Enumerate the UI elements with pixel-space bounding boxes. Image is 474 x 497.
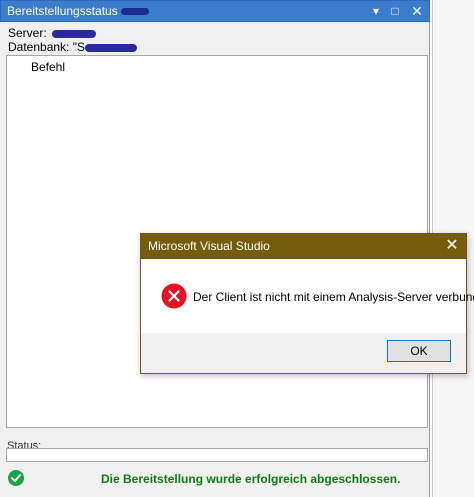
dialog-titlebar[interactable]: Microsoft Visual Studio ✕ [141,234,466,259]
maximize-button[interactable]: □ [387,3,403,19]
result-row: Die Bereitstellung wurde erfolgreich abg… [8,468,428,490]
result-message: Die Bereitstellung wurde erfolgreich abg… [101,472,401,486]
error-icon [161,283,187,309]
dialog-footer: OK [141,333,466,373]
server-label: Server: [8,26,47,40]
database-value-prefix: "S [72,40,85,54]
dialog-title: Microsoft Visual Studio [148,239,270,253]
server-row: Server: [8,26,137,40]
redacted-database-name [85,43,137,52]
success-check-icon [8,470,24,486]
dialog-close-button[interactable]: ✕ [441,236,463,256]
deployment-titlebar[interactable]: Bereitstellungsstatus ▾ □ ✕ [0,0,430,22]
database-label: Datenbank: [8,40,70,54]
dialog-message: Der Client ist nicht mit einem Analysis-… [193,290,474,304]
minimize-button[interactable]: ▾ [368,3,384,19]
dialog-body: Der Client ist nicht mit einem Analysis-… [141,259,474,333]
ok-button[interactable]: OK [387,340,451,362]
column-header-command[interactable]: Befehl [31,60,65,74]
close-button[interactable]: ✕ [409,3,425,19]
deployment-title: Bereitstellungsstatus [7,4,149,18]
status-field [6,448,428,462]
redacted-title-suffix [120,8,149,16]
connection-info: Server: Datenbank: "S [8,26,137,54]
database-row: Datenbank: "S [8,40,137,54]
redacted-server-name [52,29,97,38]
error-dialog: Microsoft Visual Studio ✕ Der Client ist… [140,233,474,374]
